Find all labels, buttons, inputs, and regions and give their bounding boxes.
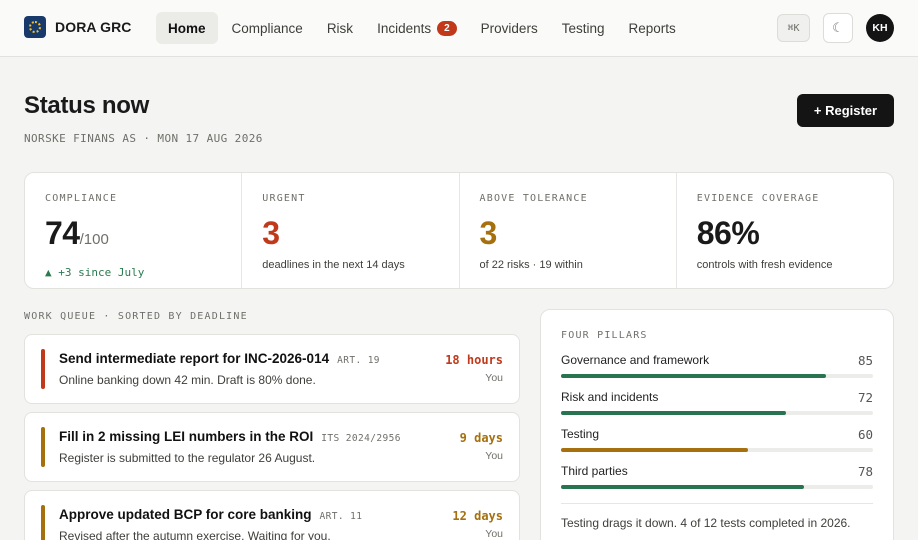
kpi-evidence-coverage[interactable]: EVIDENCE COVERAGE 86% controls with fres… [677,173,893,288]
pillar-progress-fill [561,411,786,415]
nav-home[interactable]: Home [156,12,218,44]
nav-incidents[interactable]: Incidents 2 [367,12,467,44]
pillars-note: Testing drags it down. 4 of 12 tests com… [561,516,851,530]
pillar-progress-track [561,448,873,452]
task-due: 12 days [452,509,503,523]
pillar-name: Testing [561,427,600,441]
pillar-score: 78 [857,464,873,479]
work-queue-item[interactable]: Send intermediate report for INC-2026-01… [24,334,520,404]
kpi-label: COMPLIANCE [45,193,118,204]
task-reference: ART. 11 [319,511,363,522]
nav-label: Reports [628,20,676,36]
task-owner: You [485,528,503,540]
kpi-label: EVIDENCE COVERAGE [696,193,820,204]
nav-label: Testing [561,20,605,36]
kpi-note: controls with fresh evidence [696,259,833,271]
nav-providers[interactable]: Providers [471,12,548,44]
kpi-value: 3 [262,215,280,251]
kpi-trend: ▲ +3 since July [45,266,145,279]
moon-icon[interactable]: ☾ [823,13,853,43]
nav-label: Providers [480,20,538,36]
nav-label: Risk [326,20,354,36]
page-title: Status now [24,92,150,119]
compliance-score: 74 [45,215,80,251]
priority-stripe [41,427,45,467]
main-nav: Home Compliance Risk Incidents 2 Provider… [156,12,686,44]
task-reference: ITS 2024/2956 [321,433,401,444]
pillar-score: 85 [857,353,873,368]
nav-label: Compliance [231,20,303,36]
pillar-governance[interactable]: Governance and framework 85 [561,353,873,378]
task-description: Online banking down 42 min. Draft is 80%… [59,373,316,387]
pillar-risk-incidents[interactable]: Risk and incidents 72 [561,390,873,415]
nav-testing[interactable]: Testing [552,12,615,44]
pillar-progress-track [561,411,873,415]
task-due: 18 hours [445,353,503,367]
divider [561,503,873,504]
pillars-label: FOUR PILLARS [561,330,648,341]
nav-compliance[interactable]: Compliance [222,12,313,44]
brand[interactable]: DORA GRC [24,16,132,38]
register-button[interactable]: + Register [797,94,894,127]
priority-stripe [41,505,45,540]
pillar-progress-track [561,374,873,378]
pillar-progress-fill [561,485,805,489]
priority-stripe [41,349,45,389]
nav-reports[interactable]: Reports [618,12,685,44]
pillar-name: Governance and framework [561,353,710,367]
work-queue-label: WORK QUEUE · SORTED BY DEADLINE [24,311,248,322]
pillar-score: 72 [857,390,873,405]
kpi-value: 3 [479,215,498,251]
kpi-urgent[interactable]: URGENT 3 deadlines in the next 14 days [242,173,460,288]
pillar-progress-fill [561,448,749,452]
pillar-score: 60 [857,427,873,442]
eu-logo-icon [24,16,46,38]
task-title: Send intermediate report for INC-2026-01… [59,351,330,366]
top-bar: DORA GRC Home Compliance Risk Incidents 2… [0,0,918,57]
task-owner: You [485,372,503,384]
command-palette-button[interactable]: ⌘K [777,14,810,42]
pillar-name: Third parties [561,464,628,478]
nav-label: Incidents [377,20,432,36]
nav-label: Home [168,20,206,36]
kpi-panel: COMPLIANCE 74/100 ▲ +3 since July URGENT… [24,172,894,289]
task-owner: You [485,450,503,462]
pillar-progress-fill [561,374,827,378]
pillar-third-parties[interactable]: Third parties 78 [561,464,873,489]
avatar[interactable]: KH [866,14,894,42]
nav-risk[interactable]: Risk [317,12,363,44]
four-pillars-panel: FOUR PILLARS Governance and framework 85 … [540,309,894,540]
task-description: Register is submitted to the regulator 2… [59,451,316,465]
kpi-compliance[interactable]: COMPLIANCE 74/100 ▲ +3 since July [25,173,243,288]
task-due: 9 days [459,431,503,445]
task-title: Approve updated BCP for core banking [59,507,312,522]
task-title: Fill in 2 missing LEI numbers in the ROI [59,429,314,444]
kpi-value: 74/100 [45,214,221,259]
task-reference: ART. 19 [337,355,380,366]
kpi-note: of 22 risks · 19 within [479,259,583,271]
work-queue-item[interactable]: Fill in 2 missing LEI numbers in the ROI… [24,412,520,482]
pillar-progress-track [561,485,873,489]
kpi-value: 86% [696,215,760,251]
pillar-testing[interactable]: Testing 60 [561,427,873,452]
kpi-note: deadlines in the next 14 days [262,259,405,271]
kpi-above-tolerance[interactable]: ABOVE TOLERANCE 3 of 22 risks · 19 withi… [460,173,677,288]
page-subtitle: NORSKE FINANS AS · MON 17 AUG 2026 [24,132,263,145]
kpi-label: ABOVE TOLERANCE [479,193,588,204]
pillar-name: Risk and incidents [561,390,659,404]
task-description: Revised after the autumn exercise. Waiti… [59,529,331,540]
brand-name: DORA GRC [55,19,132,35]
kpi-label: URGENT [262,193,306,204]
incidents-count-badge: 2 [437,20,457,36]
compliance-max: /100 [79,231,109,248]
work-queue-item[interactable]: Approve updated BCP for core banking ART.… [24,490,520,540]
